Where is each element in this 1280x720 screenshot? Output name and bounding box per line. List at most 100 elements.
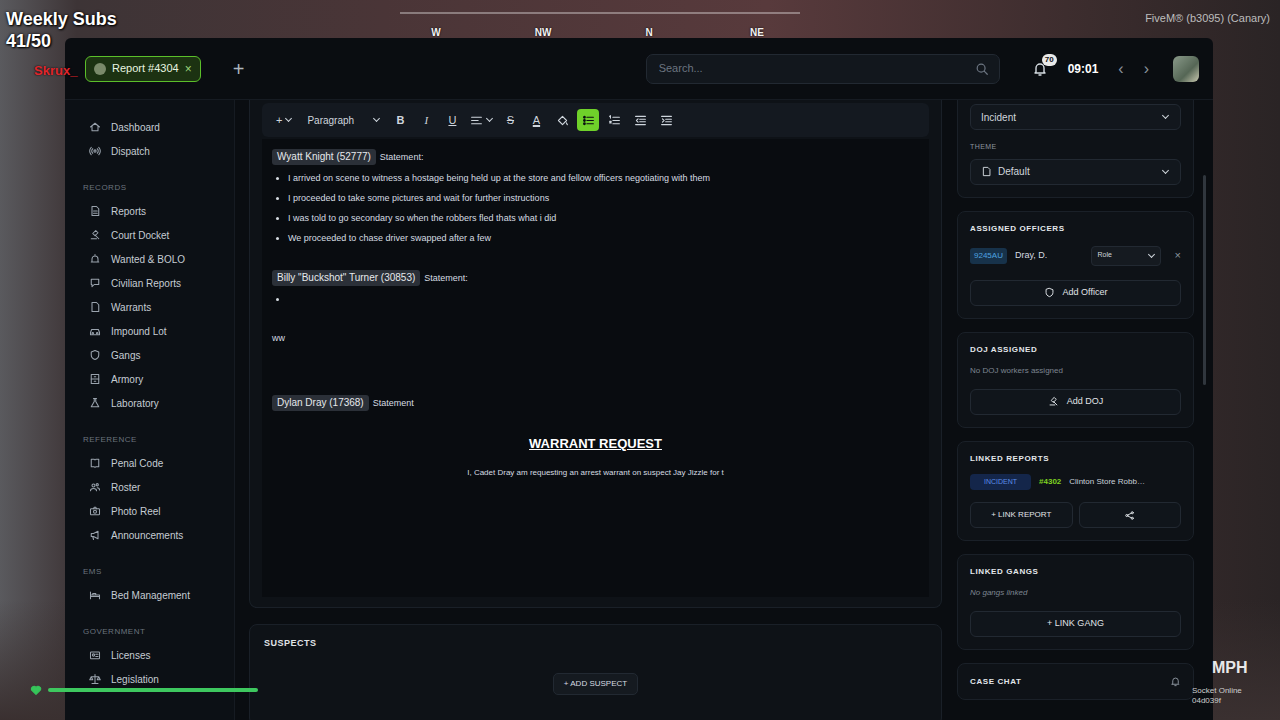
forward-button[interactable]: ›: [1144, 61, 1149, 77]
link-report-button[interactable]: + LINK REPORT: [970, 502, 1073, 528]
back-button[interactable]: ‹: [1118, 61, 1123, 77]
person-mention[interactable]: Dylan Dray (17368): [272, 395, 369, 411]
sidebar-label: Penal Code: [111, 456, 163, 471]
document-icon: [981, 166, 992, 177]
nav-icon: [89, 505, 101, 517]
search-input[interactable]: [657, 59, 975, 78]
sidebar-item[interactable]: Roster: [83, 475, 224, 499]
toolbar-label: B: [396, 112, 404, 129]
toolbar-button[interactable]: [577, 109, 599, 131]
graph-button[interactable]: [1079, 502, 1182, 528]
scrollbar-thumb[interactable]: [1203, 175, 1206, 385]
role-select[interactable]: Role: [1091, 246, 1161, 266]
toolbar-button[interactable]: U: [441, 109, 463, 131]
linked-report[interactable]: INCIDENT#4302Clinton Store Robb…: [970, 474, 1181, 491]
statement-bullet: I was told to go secondary so when the r…: [288, 208, 919, 228]
toolbar-button[interactable]: I: [415, 109, 437, 131]
person-mention[interactable]: Billy "Buckshot" Turner (30853): [272, 270, 420, 286]
toolbar-button[interactable]: [551, 109, 573, 131]
toolbar-label: +: [276, 112, 282, 129]
remove-officer-button[interactable]: ×: [1175, 247, 1181, 264]
sidebar-item[interactable]: Gangs: [83, 343, 224, 367]
search-field[interactable]: [646, 54, 1000, 84]
sidebar-item[interactable]: Civilian Reports: [83, 271, 224, 295]
compass-direction: W: [431, 25, 440, 40]
highlight-icon: [556, 114, 569, 127]
chevron-icon: [285, 115, 292, 122]
subs-count: 41/50: [6, 30, 117, 52]
nav-icon: [89, 205, 101, 217]
editor-content[interactable]: Wyatt Knight (52777)Statement:I arrived …: [262, 139, 929, 597]
toolbar-button[interactable]: [603, 109, 625, 131]
report-settings: IncidentTHEMEDefault: [957, 100, 1194, 198]
toolbar-button[interactable]: Paragraph: [301, 109, 385, 131]
add-suspect-button[interactable]: + ADD SUSPECT: [553, 673, 638, 695]
theme-select[interactable]: Default: [970, 159, 1181, 185]
sidebar-item[interactable]: Licenses: [83, 643, 224, 667]
panel-title: CASE CHAT: [970, 677, 1021, 687]
sidebar-label: Laboratory: [111, 396, 159, 411]
notifications-button[interactable]: 70: [1032, 61, 1048, 77]
chevron-icon: [1148, 250, 1155, 257]
sidebar-label: Wanted & BOLO: [111, 252, 185, 267]
shield-icon: [1044, 287, 1055, 298]
align-icon: [470, 114, 483, 127]
toolbar-button[interactable]: S: [499, 109, 521, 131]
toolbar-button[interactable]: B: [389, 109, 411, 131]
sidebar-item[interactable]: Armory: [83, 367, 224, 391]
toolbar-button[interactable]: [629, 109, 651, 131]
person-mention[interactable]: Wyatt Knight (52777): [272, 149, 376, 165]
add-doj-button[interactable]: Add DOJ: [970, 389, 1181, 415]
sidebar-item[interactable]: Dashboard: [83, 115, 224, 139]
sidebar-item[interactable]: Announcements: [83, 523, 224, 547]
sidebar-label: Warrants: [111, 300, 151, 315]
report-type-select[interactable]: Incident: [970, 104, 1181, 130]
nav-icon: [89, 457, 101, 469]
sidebar-item[interactable]: Reports: [83, 199, 224, 223]
toolbar-button[interactable]: [467, 109, 495, 131]
report-editor: + Paragraph B IU S A Wyatt Knight (52777)State…: [249, 100, 942, 608]
user-avatar[interactable]: [1173, 56, 1199, 82]
add-officer-button[interactable]: Add Officer: [970, 280, 1181, 306]
sidebar-item[interactable]: Laboratory: [83, 391, 224, 415]
sidebar-label: Dispatch: [111, 144, 150, 159]
sidebar-label: Reports: [111, 204, 146, 219]
statement-header: Dylan Dray (17368)Statement: [272, 395, 919, 411]
clock: 09:01: [1068, 60, 1099, 78]
ordered-list-icon: [608, 114, 621, 127]
toolbar-button[interactable]: +: [270, 109, 297, 131]
statement-block: Dylan Dray (17368)Statement: [272, 395, 919, 411]
nav-icon: [89, 253, 101, 265]
sidebar-item[interactable]: Bed Management: [83, 583, 224, 607]
sidebar-item[interactable]: Impound Lot: [83, 319, 224, 343]
sidebar-item[interactable]: Warrants: [83, 295, 224, 319]
toolbar-button[interactable]: A: [525, 109, 547, 131]
sidebar-label: Legislation: [111, 672, 159, 687]
report-tab[interactable]: Report #4304×: [85, 56, 201, 82]
new-tab-button[interactable]: +: [233, 59, 245, 79]
link-gang-button[interactable]: + LINK GANG: [970, 611, 1181, 637]
nav-icon: [89, 325, 101, 337]
sidebar-item[interactable]: Penal Code: [83, 451, 224, 475]
nav-icon: [89, 373, 101, 385]
panel-title: LINKED GANGS: [970, 567, 1181, 577]
close-tab-button[interactable]: ×: [185, 60, 192, 78]
toolbar-label: A: [533, 112, 540, 129]
chevron-icon: [1162, 112, 1169, 119]
subs-counter: Weekly Subs41/50: [6, 8, 117, 52]
toolbar-label: I: [425, 112, 429, 129]
statement-bullet: I arrived on scene to witness a hostage …: [288, 168, 919, 188]
sidebar-item[interactable]: Dispatch: [83, 139, 224, 163]
toolbar-button[interactable]: [655, 109, 677, 131]
sidebar-section-title: GOVERNMENT: [83, 627, 234, 637]
outdent-icon: [634, 114, 647, 127]
statement-bullet: We proceeded to chase driver swapped aft…: [288, 228, 919, 248]
sidebar-item[interactable]: Photo Reel: [83, 499, 224, 523]
mdt-body: DashboardDispatchRECORDSReportsCourt Doc…: [65, 100, 1213, 720]
nav-icon: [89, 649, 101, 661]
scrollbar[interactable]: [1194, 100, 1210, 720]
sidebar-item[interactable]: Wanted & BOLO: [83, 247, 224, 271]
nav-icon: [89, 301, 101, 313]
toolbar-label: S: [507, 112, 514, 129]
sidebar-item[interactable]: Court Docket: [83, 223, 224, 247]
